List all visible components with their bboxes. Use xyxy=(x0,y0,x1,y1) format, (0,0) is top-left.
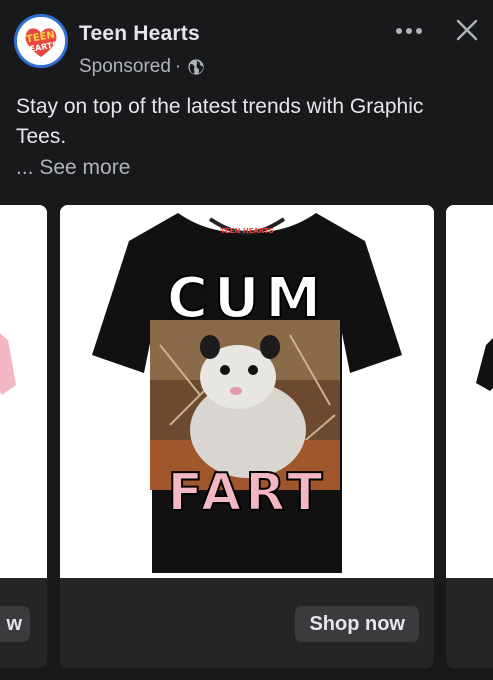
shirt-text-top: CUM xyxy=(167,266,327,331)
close-button[interactable] xyxy=(452,15,482,45)
pink-shirt-image xyxy=(0,205,47,578)
close-icon xyxy=(456,19,478,41)
post-header: TEEN HEARTS Teen Hearts Sponsored · xyxy=(0,0,493,84)
page-avatar[interactable]: TEEN HEARTS xyxy=(14,14,68,68)
carousel-card-main[interactable]: TEEN HEARTS CUM FART Shop now xyxy=(60,205,434,668)
black-shirt-image xyxy=(446,205,493,578)
card-footer xyxy=(446,578,493,668)
globe-icon xyxy=(188,59,204,75)
shirt-text-bottom: FART xyxy=(168,463,327,523)
teen-hearts-logo: TEEN HEARTS xyxy=(17,17,65,65)
card-footer: Shop now xyxy=(60,578,434,668)
shop-now-button[interactable]: Shop now xyxy=(295,606,419,642)
carousel-card-next[interactable] xyxy=(446,205,493,668)
post-text: Stay on top of the latest trends with Gr… xyxy=(16,95,424,148)
card-image xyxy=(0,205,47,578)
product-carousel[interactable]: w TEEN HEARTS CUM FART Shop now xyxy=(0,205,493,670)
more-options-button[interactable] xyxy=(392,18,426,44)
sponsored-label: Sponsored xyxy=(79,56,171,77)
card-footer: w xyxy=(0,578,47,668)
separator-dot: · xyxy=(174,56,182,77)
see-more-link[interactable]: ... See more xyxy=(16,153,130,183)
more-horizontal-icon xyxy=(396,28,422,34)
card-image[interactable]: TEEN HEARTS CUM FART xyxy=(60,205,434,578)
graphic-tee-image: TEEN HEARTS CUM FART xyxy=(60,205,434,578)
sponsored-row: Sponsored · xyxy=(79,56,205,78)
page-name[interactable]: Teen Hearts xyxy=(79,22,200,46)
card-image xyxy=(446,205,493,578)
shirt-brand-text: TEEN HEARTS xyxy=(220,227,274,235)
carousel-card-previous[interactable]: w xyxy=(0,205,47,668)
shop-now-button-previous[interactable]: w xyxy=(0,606,30,642)
